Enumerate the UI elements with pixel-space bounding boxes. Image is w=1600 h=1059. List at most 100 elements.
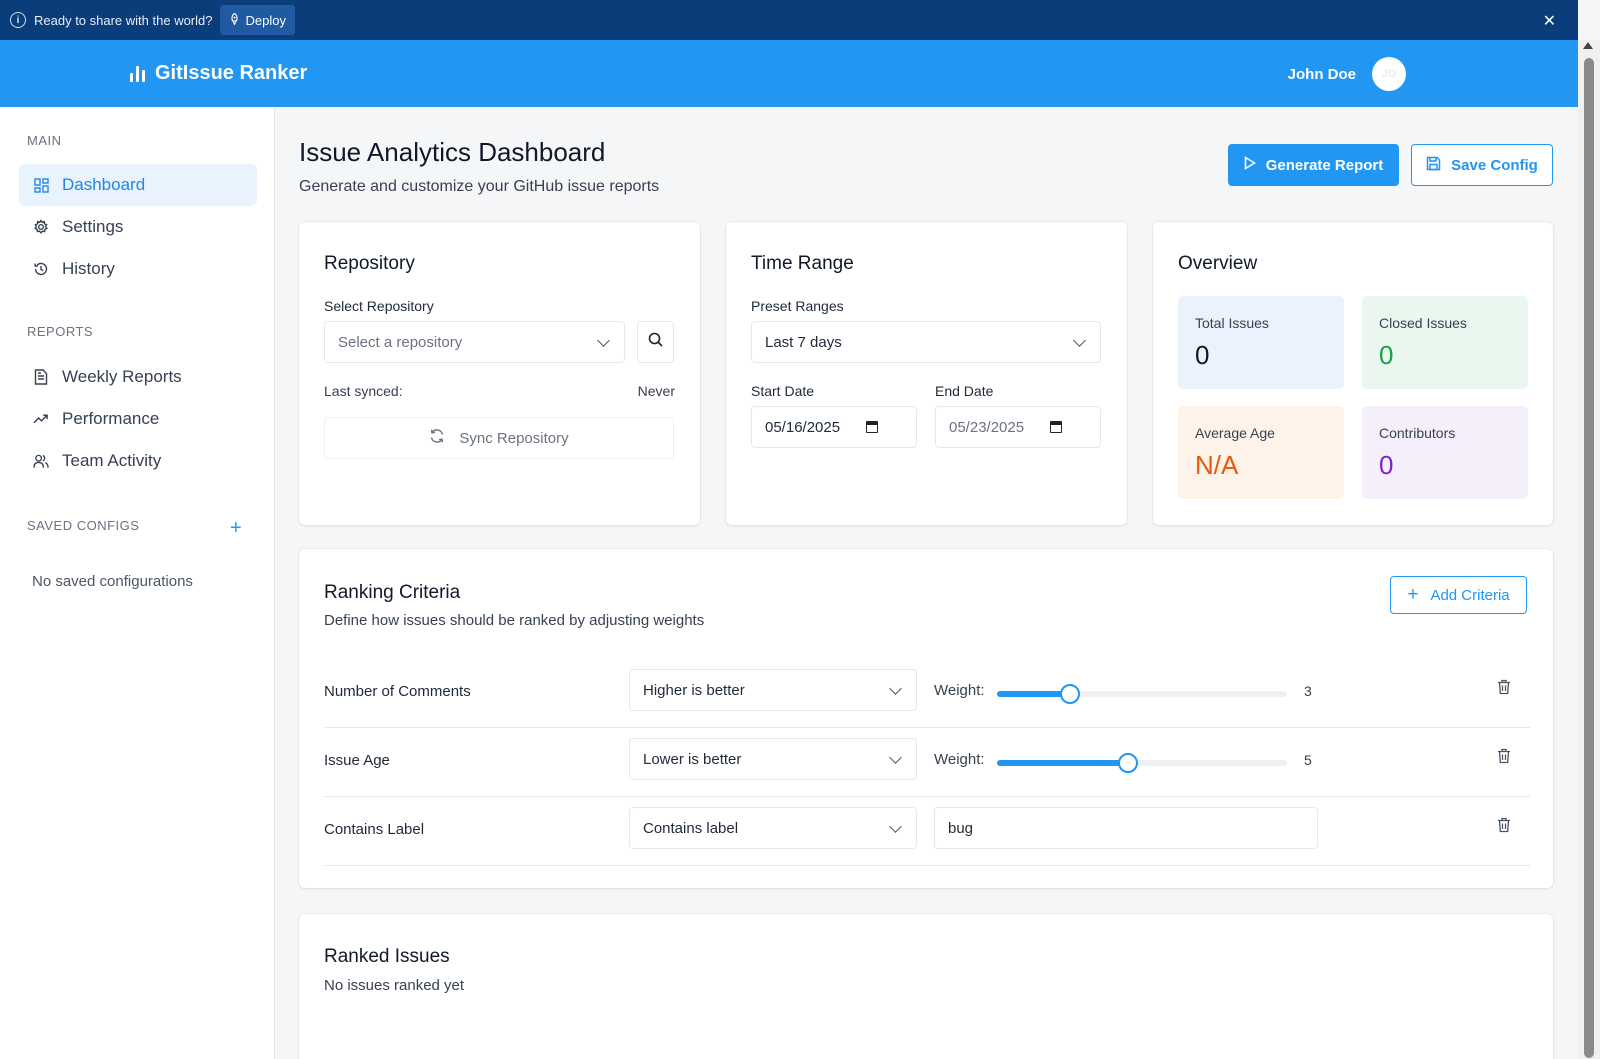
repository-select[interactable]: Select a repository <box>324 321 625 363</box>
repository-card: Repository Select Repository Select a re… <box>299 222 700 525</box>
ranked-issues-empty: No issues ranked yet <box>324 977 465 994</box>
weight-slider-handle[interactable] <box>1117 753 1138 773</box>
deploy-label: Deploy <box>245 12 286 28</box>
time-range-title: Time Range <box>751 253 854 274</box>
sidebar-item-performance[interactable]: Performance <box>19 398 257 440</box>
sidebar-item-label: History <box>62 259 115 278</box>
trash-icon[interactable] <box>1497 817 1511 838</box>
criteria-mode-select[interactable]: Lower is better <box>629 738 917 780</box>
scrollbar-thumb[interactable] <box>1584 58 1594 1058</box>
repository-select-value: Select a repository <box>338 333 463 351</box>
sidebar-item-label: Team Activity <box>62 451 162 470</box>
trash-icon[interactable] <box>1497 748 1511 769</box>
generate-report-button[interactable]: Generate Report <box>1228 144 1399 186</box>
stat-value: N/A <box>1195 450 1239 480</box>
rocket-icon <box>229 12 240 28</box>
chevron-down-icon <box>889 682 902 695</box>
label-input-value: bug <box>948 819 974 837</box>
scroll-up-icon[interactable] <box>1583 42 1593 49</box>
generate-report-label: Generate Report <box>1265 156 1384 174</box>
overview-card: Overview Total Issues 0 Closed Issues 0 … <box>1153 222 1553 525</box>
save-config-label: Save Config <box>1451 156 1538 174</box>
chevron-down-icon <box>889 751 902 764</box>
sidebar-item-history[interactable]: History <box>19 248 257 290</box>
weight-value: 5 <box>1304 752 1312 768</box>
grid-icon <box>33 177 49 193</box>
save-config-button[interactable]: Save Config <box>1411 144 1553 186</box>
notice-text: Ready to share with the world? <box>34 12 213 28</box>
sidebar-item-dashboard[interactable]: Dashboard <box>19 164 257 206</box>
repository-title: Repository <box>324 253 415 274</box>
last-synced-label: Last synced: <box>324 383 403 399</box>
sidebar-item-settings[interactable]: Settings <box>19 206 257 248</box>
criteria-mode-select[interactable]: Contains label <box>629 807 917 849</box>
stat-label: Contributors <box>1379 425 1456 441</box>
add-criteria-label: Add Criteria <box>1430 586 1510 604</box>
criteria-mode-value: Contains label <box>643 819 739 837</box>
sync-repository-label: Sync Repository <box>459 429 569 447</box>
criteria-mode-value: Higher is better <box>643 681 745 699</box>
sync-repository-button[interactable]: Sync Repository <box>324 417 674 459</box>
play-icon <box>1244 156 1256 174</box>
criteria-name: Number of Comments <box>324 683 471 700</box>
user-menu[interactable]: John Doe JD <box>1288 57 1406 91</box>
start-date-value: 05/16/2025 <box>765 418 841 436</box>
stat-closed-issues: Closed Issues 0 <box>1362 296 1528 389</box>
calendar-icon[interactable] <box>1050 421 1062 433</box>
weight-slider-handle[interactable] <box>1059 684 1080 704</box>
time-range-card: Time Range Preset Ranges Last 7 days Sta… <box>726 222 1127 525</box>
history-icon <box>33 261 49 277</box>
end-date-label: End Date <box>935 383 994 399</box>
trend-icon <box>33 411 49 427</box>
criteria-row: Contains Label Contains label bug <box>324 797 1530 866</box>
preset-range-select[interactable]: Last 7 days <box>751 321 1101 363</box>
weight-label: Weight: <box>934 751 985 768</box>
chevron-down-icon <box>889 820 902 833</box>
sidebar: MAIN Dashboard Settings History REPORTS … <box>0 107 275 1059</box>
weight-slider[interactable] <box>997 753 1287 773</box>
scrollbar[interactable] <box>1578 40 1600 1059</box>
sidebar-item-label: Performance <box>62 409 160 428</box>
add-criteria-button[interactable]: + Add Criteria <box>1390 576 1527 614</box>
criteria-mode-value: Lower is better <box>643 750 742 768</box>
page-title: Issue Analytics Dashboard <box>299 137 606 167</box>
sidebar-heading-main: MAIN <box>27 133 62 148</box>
avatar[interactable]: JD <box>1372 57 1406 91</box>
stat-label: Total Issues <box>1195 315 1269 331</box>
criteria-mode-select[interactable]: Higher is better <box>629 669 917 711</box>
start-date-label: Start Date <box>751 383 815 399</box>
chevron-down-icon <box>1073 334 1086 347</box>
ranked-issues-title: Ranked Issues <box>324 946 450 967</box>
weight-slider-fill <box>997 691 1070 697</box>
user-name: John Doe <box>1287 65 1356 83</box>
stat-contributors: Contributors 0 <box>1362 406 1528 499</box>
weight-slider[interactable] <box>997 684 1287 704</box>
plus-icon: + <box>1407 584 1419 605</box>
add-config-icon[interactable]: + <box>230 517 242 540</box>
calendar-icon[interactable] <box>866 421 878 433</box>
search-repository-button[interactable] <box>637 321 674 363</box>
criteria-row: Number of Comments Higher is better Weig… <box>324 659 1530 728</box>
gear-icon <box>33 219 49 235</box>
sidebar-item-team-activity[interactable]: Team Activity <box>19 440 257 482</box>
brand[interactable]: GitIssue Ranker <box>130 62 307 85</box>
preset-range-value: Last 7 days <box>765 333 842 351</box>
sidebar-heading-reports: REPORTS <box>27 324 94 339</box>
criteria-name: Contains Label <box>324 821 425 838</box>
overview-title: Overview <box>1178 253 1258 274</box>
close-icon[interactable]: ✕ <box>1543 11 1556 31</box>
end-date-input[interactable]: 05/23/2025 <box>935 406 1101 448</box>
chevron-down-icon <box>597 334 610 347</box>
label-input[interactable]: bug <box>934 807 1318 849</box>
start-date-input[interactable]: 05/16/2025 <box>751 406 917 448</box>
stat-total-issues: Total Issues 0 <box>1178 296 1344 389</box>
search-icon <box>648 332 663 352</box>
trash-icon[interactable] <box>1497 679 1511 700</box>
select-repository-label: Select Repository <box>324 298 434 314</box>
ranking-criteria-card: Ranking Criteria Define how issues shoul… <box>299 549 1553 888</box>
sidebar-item-weekly-reports[interactable]: Weekly Reports <box>19 356 257 398</box>
stat-label: Average Age <box>1195 425 1275 441</box>
sidebar-item-label: Dashboard <box>62 175 146 194</box>
stat-value: 0 <box>1379 340 1394 370</box>
deploy-button[interactable]: Deploy <box>220 5 295 35</box>
